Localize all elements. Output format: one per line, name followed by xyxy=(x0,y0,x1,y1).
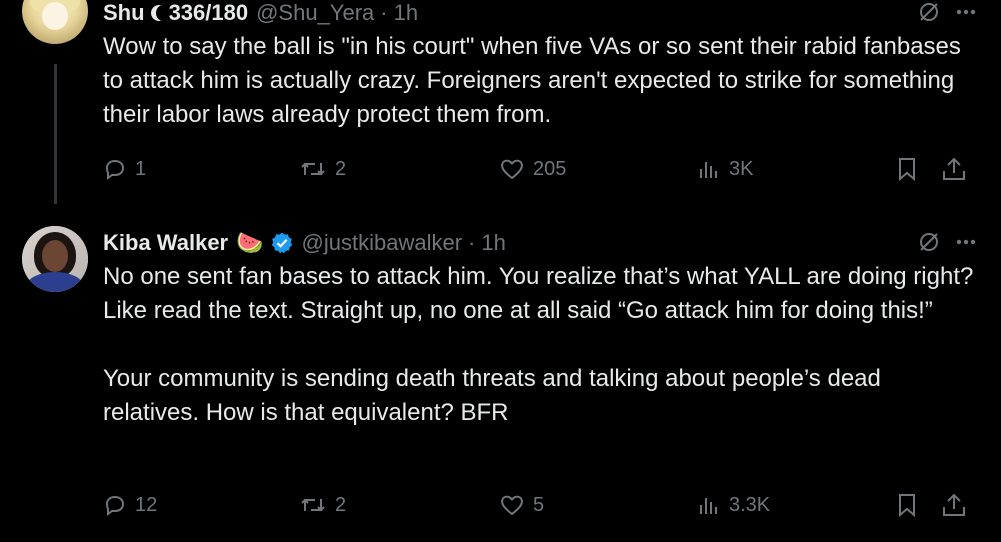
bookmark-icon xyxy=(899,158,915,182)
author-emoji: 🍉 xyxy=(236,230,264,255)
tweet-text: Wow to say the ball is "in his court" wh… xyxy=(103,30,977,132)
tweet-paragraph: No one sent fan bases to attack him. You… xyxy=(103,263,974,324)
thread-line xyxy=(54,64,57,204)
bookmark-button[interactable] xyxy=(895,492,919,518)
like-button[interactable]: 5 xyxy=(499,493,544,517)
views-button[interactable]: 3.3K xyxy=(697,493,770,517)
grok-icon[interactable] xyxy=(917,230,941,259)
tweet[interactable]: Shu 336/180 @Shu_Yera · 1h Wow to say th… xyxy=(0,0,1001,204)
reply-count: 1 xyxy=(135,157,147,180)
tweet-actions: 12 2 5 3.3K xyxy=(103,488,977,522)
author-name[interactable]: Kiba Walker xyxy=(103,230,228,256)
timestamp[interactable]: 1h xyxy=(481,230,505,256)
reply-button[interactable]: 1 xyxy=(103,157,146,181)
repost-count: 2 xyxy=(335,493,347,516)
avatar[interactable] xyxy=(22,0,88,44)
avatar[interactable] xyxy=(22,226,88,292)
verified-badge-icon[interactable] xyxy=(270,231,294,255)
tweet-header: Kiba Walker 🍉 @justkibawalker · 1h xyxy=(103,228,977,258)
share-icon xyxy=(943,493,965,516)
more-icon[interactable] xyxy=(955,0,977,29)
views-button[interactable]: 3K xyxy=(697,157,753,181)
like-count: 205 xyxy=(533,157,567,180)
like-button[interactable]: 205 xyxy=(499,157,566,181)
more-icon[interactable] xyxy=(955,230,977,259)
author-name-suffix[interactable]: 336/180 xyxy=(169,0,249,26)
tweet-header: Shu 336/180 @Shu_Yera · 1h xyxy=(103,0,977,28)
separator-dot: · xyxy=(380,0,388,25)
separator-dot: · xyxy=(468,230,476,255)
tweet-actions: 1 2 205 3K xyxy=(103,152,977,186)
tweet-paragraph: Wow to say the ball is "in his court" wh… xyxy=(103,33,961,128)
reply-button[interactable]: 12 xyxy=(103,493,157,517)
share-icon xyxy=(943,157,965,180)
repost-icon xyxy=(301,162,325,176)
like-icon xyxy=(501,495,523,516)
share-button[interactable] xyxy=(941,156,967,182)
tweet-paragraph: Your community is sending death threats … xyxy=(103,365,881,426)
views-icon xyxy=(700,498,717,514)
reply-count: 12 xyxy=(135,493,158,516)
repost-count: 2 xyxy=(335,157,347,180)
reply-icon xyxy=(105,159,125,180)
repost-button[interactable]: 2 xyxy=(299,493,346,517)
tweet-text: No one sent fan bases to attack him. You… xyxy=(103,260,977,430)
grok-icon[interactable] xyxy=(917,0,941,29)
share-button[interactable] xyxy=(941,492,967,518)
author-handle[interactable]: @Shu_Yera xyxy=(256,0,374,26)
views-icon xyxy=(700,162,717,178)
moon-icon xyxy=(150,4,170,22)
repost-icon xyxy=(301,498,325,512)
tweet[interactable]: Kiba Walker 🍉 @justkibawalker · 1h No on… xyxy=(0,204,1001,542)
timestamp[interactable]: 1h xyxy=(394,0,418,26)
like-icon xyxy=(501,159,523,180)
author-name[interactable]: Shu xyxy=(103,0,145,26)
reply-icon xyxy=(105,495,125,516)
author-handle[interactable]: @justkibawalker xyxy=(302,230,463,256)
views-count: 3.3K xyxy=(729,493,771,516)
like-count: 5 xyxy=(533,493,545,516)
repost-button[interactable]: 2 xyxy=(299,157,346,181)
bookmark-icon xyxy=(899,494,915,518)
views-count: 3K xyxy=(729,157,754,180)
bookmark-button[interactable] xyxy=(895,156,919,182)
